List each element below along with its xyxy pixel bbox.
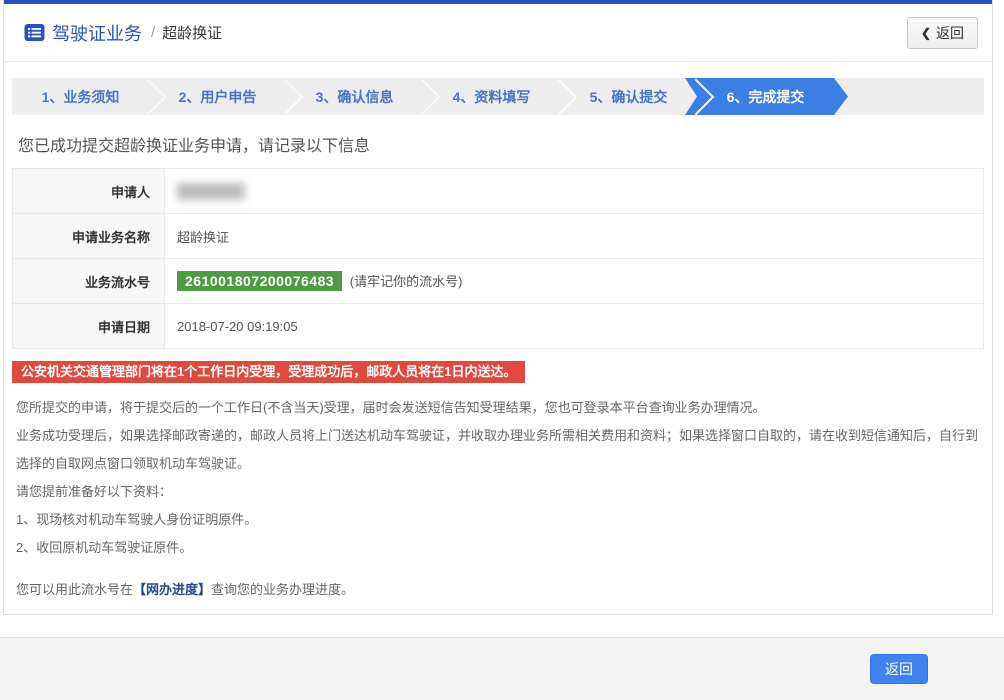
row-label: 业务流水号 xyxy=(13,259,165,304)
page-header: 驾驶证业务 / 超龄换证 ❮ 返回 xyxy=(4,4,992,62)
step-1-business-notice: 1、业务须知 xyxy=(12,78,149,115)
result-content: 您已成功提交超龄换证业务申请，请记录以下信息 申请人 申请业务名称 超龄换证 业… xyxy=(4,132,992,604)
step-5-confirm-submit: 5、确认提交 xyxy=(560,78,697,115)
table-row-apply-date: 申请日期 2018-07-20 09:19:05 xyxy=(13,304,984,349)
table-row-business-name: 申请业务名称 超龄换证 xyxy=(13,214,984,259)
row-value: 261001807200076483 (请牢记你的流水号) xyxy=(165,259,984,304)
back-button-bottom[interactable]: 返回 xyxy=(870,654,928,684)
section-title: 驾驶证业务 xyxy=(52,20,142,46)
application-info-table: 申请人 申请业务名称 超龄换证 业务流水号 261001807200076483… xyxy=(12,168,984,349)
back-button-top-label: 返回 xyxy=(936,23,964,43)
applicant-name-redacted xyxy=(177,183,245,200)
success-message: 您已成功提交超龄换证业务申请，请记录以下信息 xyxy=(18,132,978,156)
instructions: 您所提交的申请，将于提交后的一个工作日(不含当天)受理，届时会发送短信告知受理结… xyxy=(16,394,980,562)
row-label: 申请业务名称 xyxy=(13,214,165,259)
breadcrumb: 驾驶证业务 / 超龄换证 xyxy=(24,20,222,46)
row-value: 2018-07-20 09:19:05 xyxy=(165,304,984,349)
processing-warning-banner: 公安机关交通管理部门将在1个工作日内受理，受理成功后，邮政人员将在1日内送达。 xyxy=(12,361,525,383)
back-button-top[interactable]: ❮ 返回 xyxy=(907,17,978,49)
page-title: 超龄换证 xyxy=(162,22,222,43)
chevron-left-icon: ❮ xyxy=(921,26,931,40)
step-6-complete-submit: 6、完成提交 xyxy=(697,78,834,115)
main-panel: 驾驶证业务 / 超龄换证 ❮ 返回 1、业务须知 2、用户申告 3、确认信息 4… xyxy=(3,0,993,615)
serial-number-badge: 261001807200076483 xyxy=(177,271,342,291)
table-row-serial-number: 业务流水号 261001807200076483 (请牢记你的流水号) xyxy=(13,259,984,304)
row-label: 申请日期 xyxy=(13,304,165,349)
instruction-list-item: 2、收回原机动车驾驶证原件。 xyxy=(16,534,980,562)
instruction-paragraph: 请您提前准备好以下资料： xyxy=(16,478,980,506)
row-label: 申请人 xyxy=(13,169,165,214)
progress-note-suffix: 查询您的业务办理进度。 xyxy=(211,582,354,597)
instruction-paragraph: 您所提交的申请，将于提交后的一个工作日(不含当天)受理，届时会发送短信告知受理结… xyxy=(16,394,980,422)
step-4-fill-materials: 4、资料填写 xyxy=(423,78,560,115)
online-progress-link[interactable]: 【网办进度】 xyxy=(133,582,211,597)
row-value: 超龄换证 xyxy=(165,214,984,259)
progress-note-prefix: 您可以用此流水号在 xyxy=(16,582,133,597)
list-icon xyxy=(24,22,45,43)
progress-query-note: 您可以用此流水号在【网办进度】查询您的业务办理进度。 xyxy=(16,576,980,604)
step-3-confirm-info: 3、确认信息 xyxy=(286,78,423,115)
step-progress-bar: 1、业务须知 2、用户申告 3、确认信息 4、资料填写 5、确认提交 6、完成提… xyxy=(12,78,984,115)
serial-number-note: (请牢记你的流水号) xyxy=(350,274,463,289)
step-2-user-declaration: 2、用户申告 xyxy=(149,78,286,115)
instruction-list-item: 1、现场核对机动车驾驶人身份证明原件。 xyxy=(16,506,980,534)
warning-wrap: 公安机关交通管理部门将在1个工作日内受理，受理成功后，邮政人员将在1日内送达。 xyxy=(12,361,984,383)
footer-bar: 返回 xyxy=(0,637,1004,700)
instruction-paragraph: 业务成功受理后，如果选择邮政寄递的，邮政人员将上门送达机动车驾驶证，并收取办理业… xyxy=(16,422,980,478)
table-row-applicant: 申请人 xyxy=(13,169,984,214)
breadcrumb-separator: / xyxy=(151,24,155,41)
row-value xyxy=(165,169,984,214)
step-bar-tail xyxy=(834,78,984,115)
